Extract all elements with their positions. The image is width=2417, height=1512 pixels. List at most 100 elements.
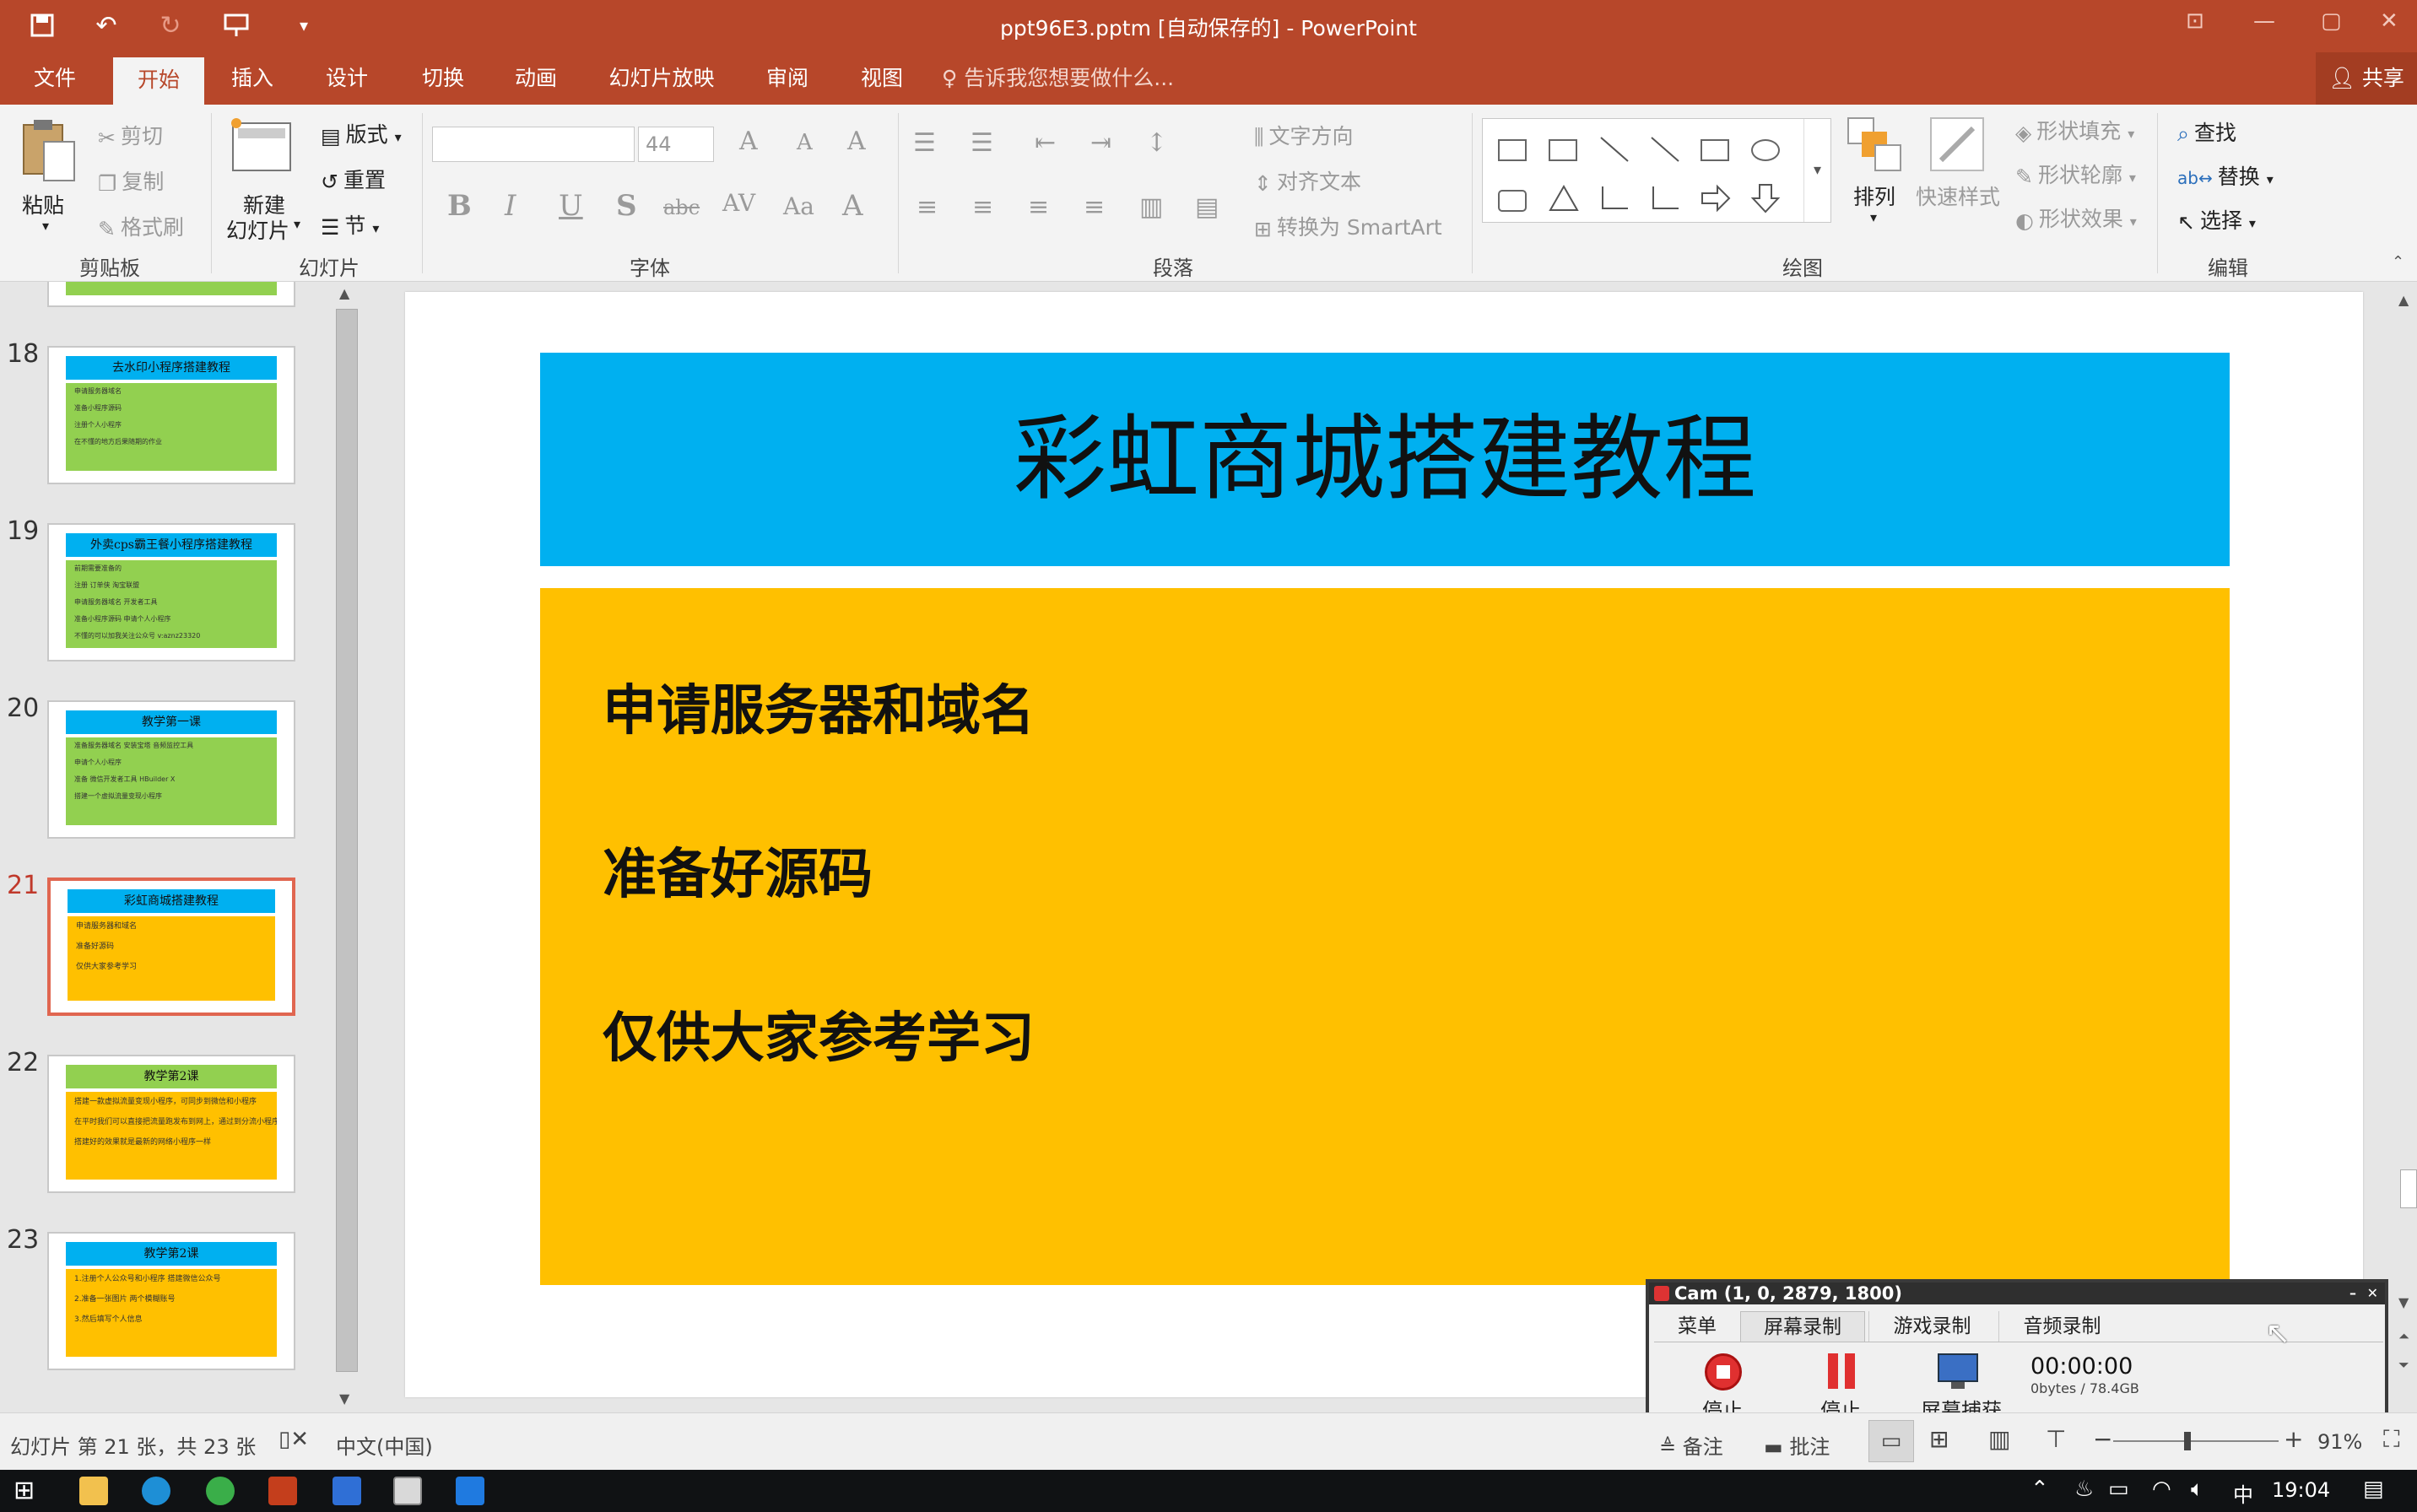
slide-thumbnail[interactable]: 去水印小程序搭建教程 申请服务器域名 准备小程序源码 注册个人小程序 在不懂的地方后果随… [47,346,295,484]
normal-view-icon[interactable]: ▭ [1868,1420,1914,1462]
slide-thumbnail[interactable]: 外卖cps霸王餐小程序搭建教程 前期需要准备的 注册 订单侠 淘宝联盟 申请服务器域名… [47,523,295,662]
zoom-in-icon[interactable]: + [2284,1425,2303,1453]
shape-outline-button[interactable]: ✎ 形状轮廓 ▾ [2015,159,2136,189]
previous-slide-thumbnail-edge[interactable] [47,282,295,307]
slide-sorter-icon[interactable]: ⊞ [1929,1425,1949,1453]
zoom-slider-thumb[interactable] [2184,1432,2192,1450]
scroll-down-icon[interactable]: ▼ [339,1390,349,1407]
pause-record-icon[interactable] [1825,1353,1858,1390]
windows-start-icon[interactable]: ⊞ [14,1478,35,1504]
text-direction-button[interactable]: ⫼ 文字方向 [1254,120,1354,150]
collapse-ribbon-icon[interactable]: ⌃ [2392,253,2404,271]
triangle-shape-icon[interactable] [1547,183,1581,213]
slide-thumbnail[interactable]: 彩虹商城搭建教程 申请服务器和域名 准备好源码 仅供大家参考学习 [47,878,295,1016]
slideshow-view-icon[interactable]: ⊤ [2046,1425,2066,1453]
recorder-taskbar-icon[interactable] [393,1477,422,1505]
change-case-icon[interactable]: Aa [783,192,814,220]
arrange-icon[interactable] [1845,115,1904,177]
line-spacing-icon[interactable]: ↕ [1146,128,1167,158]
align-left-icon[interactable]: ≡ [917,192,938,222]
tab-file[interactable]: 文件 [17,52,93,105]
reset-button[interactable]: ↺ 重置 [321,164,386,194]
tab-animations[interactable]: 动画 [498,52,574,105]
underline-icon[interactable]: U [559,189,583,223]
paragraph-settings-icon[interactable]: ▤ [1195,192,1219,222]
align-right-icon[interactable]: ≡ [1028,192,1049,222]
rounded-rect-shape-icon[interactable] [1498,190,1527,212]
stop-record-icon[interactable] [1705,1353,1742,1390]
wifi-icon[interactable]: ◠ [2152,1477,2171,1502]
down-arrow-shape-icon[interactable] [1749,183,1783,213]
italic-icon[interactable]: I [505,189,516,223]
slide-thumbnail[interactable]: 教学第2课 搭建一款虚拟流量变现小程序，可同步到微信和小程序 在平时我们可以直接把流… [47,1055,295,1193]
elbow-connector-shape-icon[interactable] [1598,183,1631,213]
slide-title[interactable]: 彩虹商城搭建教程 [540,353,2230,566]
notification-center-icon[interactable]: ▤ [2363,1477,2384,1502]
arrange-dropdown-icon[interactable]: ▾ [1870,209,1877,225]
battery-icon[interactable]: ▭ [2108,1477,2129,1502]
columns-icon[interactable]: ▥ [1139,192,1163,222]
right-arrow-shape-icon[interactable] [1699,183,1733,213]
recorder-tab-audio[interactable]: 音频录制 [1998,1311,2125,1342]
align-center-icon[interactable]: ≡ [972,192,993,222]
thumbnail-scrollbar[interactable]: ▲ ▼ [334,284,360,1412]
zoom-out-icon[interactable]: − [2093,1425,2112,1453]
find-button[interactable]: ⌕ 查找 [2177,116,2236,147]
justify-icon[interactable]: ≡ [1084,192,1105,222]
scrollbar-thumb[interactable] [336,309,358,1372]
screen-capture-icon[interactable] [1938,1353,1978,1390]
clock[interactable]: 19:04 [2272,1478,2330,1502]
line-shape-icon[interactable] [1598,134,1631,165]
notes-button[interactable]: ≜ 备注 [1659,1430,1723,1460]
gallery-more-icon[interactable]: ▾ [1803,119,1830,222]
arrow-line-shape-icon[interactable] [1648,134,1682,165]
shape-fill-button[interactable]: ◈ 形状填充 ▾ [2015,115,2134,145]
paste-icon[interactable] [19,116,78,189]
recorder-tab-game[interactable]: 游戏录制 [1868,1311,1995,1342]
minimize-icon[interactable]: — [2253,8,2275,34]
comments-button[interactable]: ▬ 批注 [1764,1430,1830,1460]
tell-me-search[interactable]: ♀ 告诉我您想要做什么... [942,52,1178,105]
numbering-icon[interactable]: ☰ [971,128,993,158]
shadow-icon[interactable]: S [616,189,637,223]
vertical-textbox-shape-icon[interactable] [1549,139,1577,161]
tab-design[interactable]: 设计 [309,52,385,105]
shape-effects-button[interactable]: ◐ 形状效果 ▾ [2015,202,2137,233]
recorder-close-icon[interactable]: ✕ [2367,1282,2378,1304]
select-button[interactable]: ↖ 选择 ▾ [2177,204,2256,235]
scroll-up-icon[interactable]: ▲ [339,285,349,301]
scroll-up-icon[interactable]: ▲ [2398,292,2409,308]
slide-body-placeholder[interactable]: 申请服务器和域名 准备好源码 仅供大家参考学习 [540,588,2230,1285]
decrease-indent-icon[interactable]: ⇤ [1035,128,1056,158]
maximize-icon[interactable]: ▢ [2321,8,2342,34]
format-painter-button[interactable]: ✎ 格式刷 [98,211,184,241]
reading-view-icon[interactable]: ▥ [1988,1425,2010,1453]
tab-transitions[interactable]: 切换 [405,52,481,105]
bullets-icon[interactable]: ☰ [913,128,936,158]
clear-format-icon[interactable]: A [847,127,866,156]
increase-indent-icon[interactable]: ⇥ [1090,128,1111,158]
previous-slide-icon[interactable]: ⏶ [2398,1328,2409,1345]
fit-to-window-icon[interactable]: ⛶ [2383,1425,2400,1454]
slide-thumbnail[interactable]: 教学第一课 准备服务器域名 安装宝塔 音频监控工具 申请个人小程序 准备 微信开发者工… [47,700,295,839]
tab-slideshow[interactable]: 幻灯片放映 [601,52,722,105]
file-explorer-icon[interactable] [79,1477,108,1505]
close-icon[interactable]: ✕ [2380,8,2398,34]
quick-styles-icon[interactable] [1928,115,1987,177]
font-size-input[interactable]: 44 [638,127,714,162]
textbox-shape-icon[interactable] [1498,139,1527,161]
tray-chevron-icon[interactable]: ⌃ [2030,1477,2049,1502]
volume-icon[interactable]: 🔈︎ [2191,1477,2204,1503]
recorder-tab-menu[interactable]: 菜单 [1659,1311,1735,1342]
align-text-button[interactable]: ⇕ 对齐文本 [1254,165,1361,196]
spellcheck-icon[interactable]: ▯✕ [278,1427,309,1452]
cut-button[interactable]: ✂ 剪切 [98,120,163,150]
elbow-arrow-shape-icon[interactable] [1648,183,1682,213]
edge-browser-icon[interactable] [142,1477,170,1505]
slide-scrollbar[interactable]: ▲ ▼ ⏶ ⏷ [2395,292,2417,1406]
share-button[interactable]: 👤︎ 共享 [2316,52,2417,105]
blue-app-icon[interactable] [456,1477,484,1505]
strikethrough-icon[interactable]: abc [663,196,700,219]
zoom-level[interactable]: 91% [2317,1430,2362,1454]
recorder-minimize-icon[interactable]: – [2349,1282,2356,1304]
